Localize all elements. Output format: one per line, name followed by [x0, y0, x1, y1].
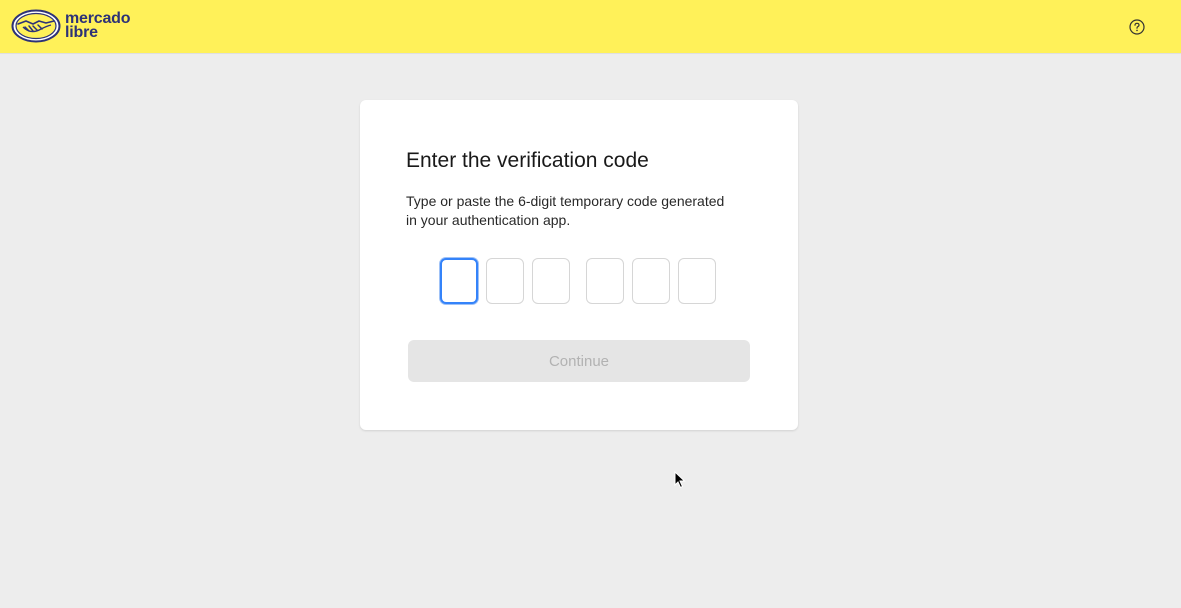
top-navbar: mercado libre: [0, 0, 1181, 53]
logo-text-line2: libre: [65, 24, 98, 41]
instructions-text: Type or paste the 6-digit temporary code…: [406, 193, 725, 228]
code-digit-4[interactable]: [586, 258, 624, 304]
code-digit-1[interactable]: [440, 258, 478, 304]
logo-wordmark: mercado libre: [65, 11, 130, 41]
help-question-icon[interactable]: [1129, 19, 1145, 35]
verification-card: Enter the verification code Type or past…: [360, 100, 798, 430]
page-title: Enter the verification code: [406, 149, 649, 172]
continue-button[interactable]: Continue: [408, 340, 750, 382]
code-digit-6[interactable]: [678, 258, 716, 304]
code-digit-2[interactable]: [486, 258, 524, 304]
code-digit-5[interactable]: [632, 258, 670, 304]
mercadolibre-logo[interactable]: mercado libre: [11, 7, 130, 45]
code-digit-3[interactable]: [532, 258, 570, 304]
handshake-logo-icon: [11, 9, 61, 43]
mouse-cursor-icon: [674, 471, 686, 489]
